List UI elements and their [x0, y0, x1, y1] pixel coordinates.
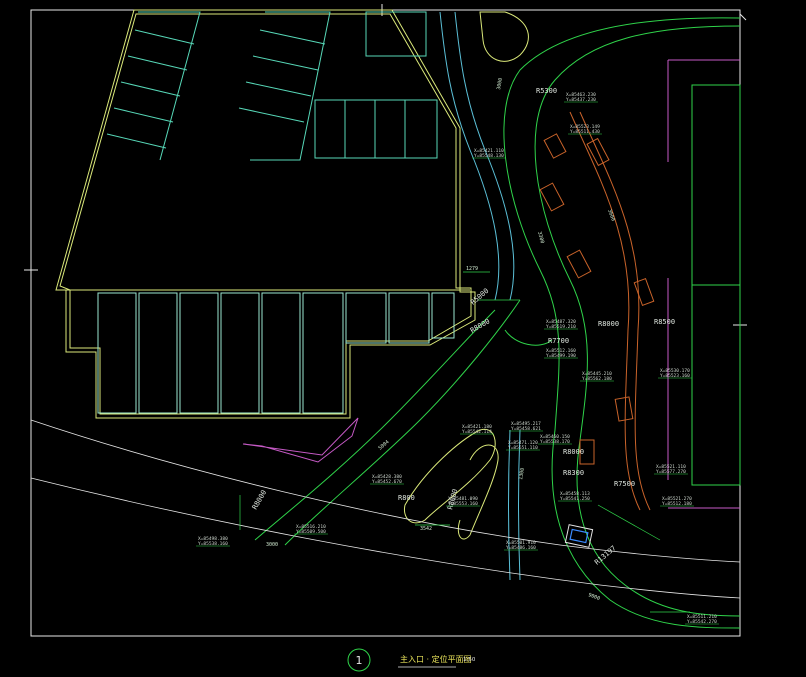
- radius-label: R8000: [469, 317, 491, 334]
- dimension-label: 3000: [266, 542, 278, 548]
- radius-label: R8000: [563, 448, 584, 456]
- paving-pads: [539, 111, 655, 511]
- radius-label: R8000: [251, 489, 268, 511]
- parking-stalls-upper: [106, 11, 438, 161]
- parking-stalls-lower: [97, 292, 455, 414]
- dimension-lines: [239, 271, 690, 613]
- title-block: 1 主入口 · 定位平面图 1:50: [347, 648, 476, 672]
- dimension-label: 1279: [466, 266, 478, 272]
- drawing-scale: 1:50: [463, 657, 476, 663]
- dimension-label: 3600: [606, 209, 616, 222]
- radius-label: R5300: [536, 87, 557, 95]
- dimension-label: 1300: [518, 467, 526, 480]
- cad-drawing-canvas: R5300 R5000 R8000 R7700 R8000 R8500 R800…: [24, 4, 747, 672]
- radius-label: R7700: [548, 337, 569, 345]
- dimension-label: 3542: [420, 526, 432, 532]
- dimension-label: 3300: [536, 231, 545, 244]
- radius-label: R7500: [614, 480, 635, 488]
- sports-field: [691, 84, 741, 486]
- radius-label: R8300: [563, 469, 584, 477]
- building-outline: [55, 9, 476, 419]
- radius-label: R5000: [469, 287, 490, 307]
- dimension-label: 3000: [496, 77, 504, 90]
- guard-booth: [564, 524, 594, 548]
- radius-label: R8000: [598, 320, 619, 328]
- radius-label: R800: [398, 494, 415, 502]
- drawing-title: 主入口 · 定位平面图: [400, 654, 472, 664]
- property-boundary: [242, 59, 740, 509]
- sheet-number: 1: [356, 654, 363, 667]
- radius-label: R8500: [654, 318, 675, 326]
- dimension-label: 9000: [587, 592, 600, 602]
